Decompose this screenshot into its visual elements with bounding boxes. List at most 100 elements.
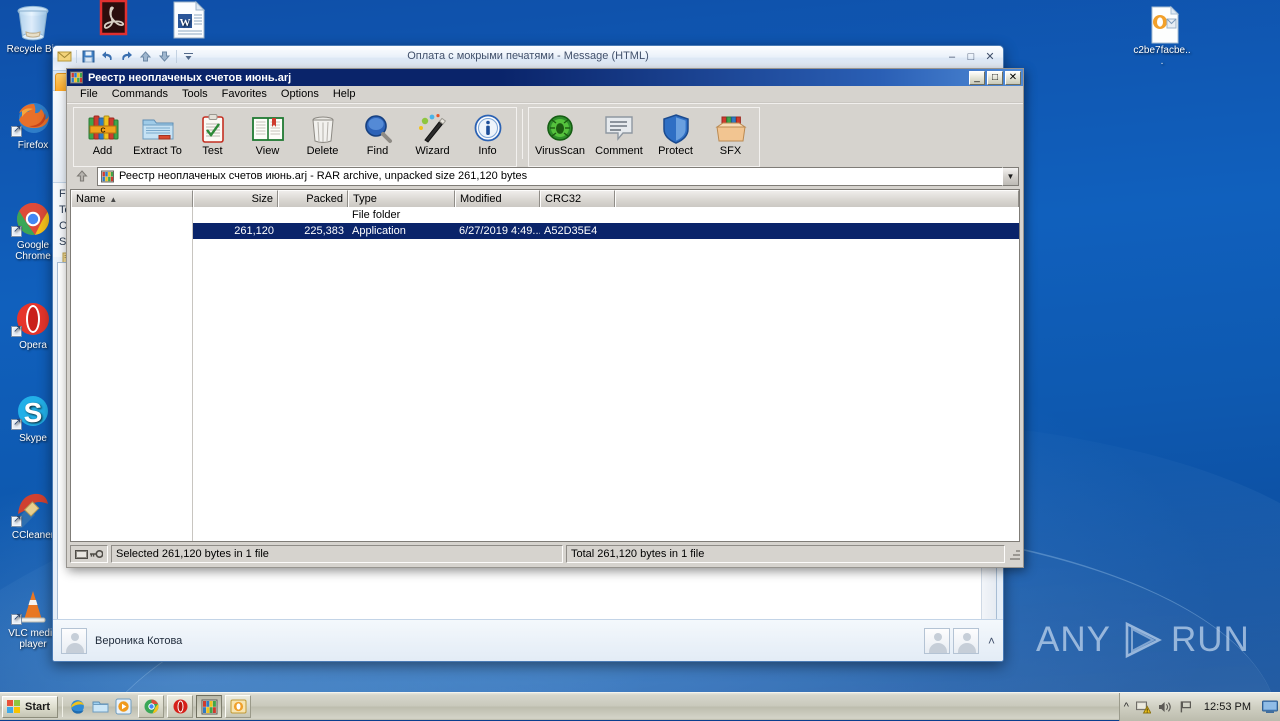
winrar-window[interactable]: Реестр неоплаченых счетов июнь.arj _ □ ✕… — [66, 68, 1024, 568]
toolbar-group-2: VirusScan Comment Protect SFX — [528, 107, 760, 167]
menu-help[interactable]: Help — [326, 87, 363, 101]
mail-window-controls[interactable]: – □ ✕ — [945, 51, 997, 64]
network-warning-icon[interactable] — [1135, 700, 1151, 714]
show-hidden-icons-chevron[interactable]: ^ — [1124, 701, 1129, 713]
show-desktop-button[interactable] — [1262, 700, 1278, 714]
shortcut-overlay-icon — [11, 124, 22, 137]
people-pane-expand-icon[interactable]: ˄ — [988, 634, 995, 648]
task-winrar[interactable] — [196, 695, 223, 718]
extract-to-button[interactable]: Extract To — [130, 110, 185, 164]
menu-tools[interactable]: Tools — [175, 87, 215, 101]
restore-button[interactable]: □ — [964, 51, 978, 63]
desktop-icon-pdf-file[interactable] — [84, 0, 142, 40]
menu-file[interactable]: File — [73, 87, 105, 101]
delete-button-label: Delete — [306, 145, 339, 157]
svg-text:W: W — [180, 17, 191, 29]
add-button[interactable]: C Add — [75, 110, 130, 164]
svg-text:C: C — [100, 127, 105, 134]
desktop-icon-label: c2be7facbe... — [1133, 45, 1191, 67]
cell-size — [193, 207, 278, 223]
wizard-button[interactable]: Wizard — [405, 110, 460, 164]
view-button[interactable]: View — [240, 110, 295, 164]
people-pane[interactable]: Вероника Котова ˄ — [53, 619, 1003, 661]
test-button[interactable]: Test — [185, 110, 240, 164]
sfx-button[interactable]: SFX — [703, 110, 758, 164]
quick-launch-bar[interactable] — [67, 698, 132, 715]
cell-type: File folder — [352, 209, 401, 221]
shortcut-overlay-icon — [11, 324, 22, 337]
menu-commands[interactable]: Commands — [105, 87, 175, 101]
protect-button[interactable]: Protect — [648, 110, 703, 164]
winrar-status-bar: Selected 261,120 bytes in 1 file Total 2… — [70, 544, 1020, 564]
delete-button[interactable]: Delete — [295, 110, 350, 164]
clock[interactable]: 12:53 PM — [1200, 701, 1255, 713]
chevron-down-icon[interactable]: ▼ — [1002, 166, 1019, 186]
cell-crc32 — [540, 207, 615, 223]
start-button[interactable]: Start — [2, 695, 59, 718]
cell-modified: 6/27/2019 4:49... — [459, 225, 540, 237]
speaker-icon[interactable] — [1158, 700, 1172, 714]
column-header-name[interactable]: Name ▲ — [71, 190, 193, 207]
avatar-recipient-1[interactable] — [923, 627, 950, 654]
winrar-window-controls[interactable]: _ □ ✕ — [969, 70, 1021, 85]
winrar-menu-bar[interactable]: File Commands Tools Favorites Options He… — [67, 86, 1023, 103]
desktop-icon-word-doc[interactable]: W — [158, 0, 216, 40]
info-button[interactable]: Info — [460, 110, 515, 164]
address-field[interactable]: Реестр неоплаченых счетов июнь.arj - RAR… — [97, 166, 1002, 186]
minimize-button[interactable]: – — [945, 51, 959, 63]
task-outlook[interactable] — [225, 695, 252, 718]
maximize-button[interactable]: □ — [987, 70, 1003, 85]
menu-favorites[interactable]: Favorites — [215, 87, 274, 101]
status-icons[interactable] — [70, 545, 108, 563]
table-row[interactable]: .. File folder — [71, 207, 1019, 223]
winrar-address-bar[interactable]: Реестр неоплаченых счетов июнь.arj - RAR… — [67, 165, 1023, 187]
sender-name: Вероника Котова — [95, 634, 183, 647]
flag-icon[interactable] — [1179, 700, 1193, 714]
winrar-window-title: Реестр неоплаченых счетов июнь.arj — [88, 71, 292, 84]
application-exe-icon — [75, 225, 87, 237]
delete-trash-icon — [306, 113, 340, 145]
file-list-header[interactable]: Name ▲ Size Packed Type Modified CRC32 — [71, 190, 1019, 207]
winrar-toolbar[interactable]: C Add Extract To Test View Delete Find W… — [67, 103, 1023, 167]
task-chrome[interactable] — [138, 695, 165, 718]
start-button-label: Start — [25, 700, 51, 713]
internet-explorer-icon[interactable] — [69, 698, 86, 715]
winrar-archive-icon — [101, 170, 114, 183]
table-row[interactable]: Реестр неоплач... 261,120 225,383 Applic… — [71, 223, 1019, 239]
column-header-modified[interactable]: Modified — [455, 190, 540, 207]
word-document-icon: W — [158, 0, 216, 39]
find-button[interactable]: Find — [350, 110, 405, 164]
menu-options[interactable]: Options — [274, 87, 326, 101]
up-one-level-button[interactable] — [71, 166, 93, 186]
sfx-button-label: SFX — [719, 145, 742, 157]
column-header-size[interactable]: Size — [193, 190, 278, 207]
system-tray[interactable]: ^ 12:53 PM — [1118, 692, 1280, 721]
resize-grip[interactable] — [1008, 548, 1020, 560]
taskbar-task-buttons[interactable] — [138, 695, 252, 718]
test-button-label: Test — [202, 145, 223, 157]
avatar-recipient-2[interactable] — [952, 627, 979, 654]
virusscan-button[interactable]: VirusScan — [530, 110, 590, 164]
taskbar[interactable]: Start ^ 12:53 PM — [0, 692, 1280, 721]
winrar-title-bar[interactable]: Реестр неоплаченых счетов июнь.arj _ □ ✕ — [67, 69, 1023, 86]
task-opera[interactable] — [167, 695, 194, 718]
column-header-crc32[interactable]: CRC32 — [540, 190, 615, 207]
comment-balloon-icon — [602, 113, 636, 145]
comment-button[interactable]: Comment — [590, 110, 648, 164]
find-button-label: Find — [366, 145, 389, 157]
column-header-type[interactable]: Type — [348, 190, 455, 207]
close-button[interactable]: ✕ — [1005, 70, 1021, 85]
archive-file-list[interactable]: Name ▲ Size Packed Type Modified CRC32 .… — [70, 189, 1020, 542]
media-player-icon[interactable] — [115, 698, 132, 715]
cell-size: 261,120 — [234, 225, 274, 237]
address-text: Реестр неоплаченых счетов июнь.arj - RAR… — [119, 170, 528, 182]
minimize-button[interactable]: _ — [969, 70, 985, 85]
column-header-packed[interactable]: Packed — [278, 190, 348, 207]
virusscan-button-label: VirusScan — [535, 145, 585, 157]
desktop-icon-outlook-msg[interactable]: c2be7facbe... — [1133, 5, 1191, 67]
up-folder-icon — [75, 209, 88, 221]
explorer-icon[interactable] — [92, 698, 109, 715]
close-button[interactable]: ✕ — [983, 51, 997, 63]
cell-name: Реестр неоплач... — [71, 223, 193, 239]
virusscan-bug-icon — [543, 113, 577, 145]
